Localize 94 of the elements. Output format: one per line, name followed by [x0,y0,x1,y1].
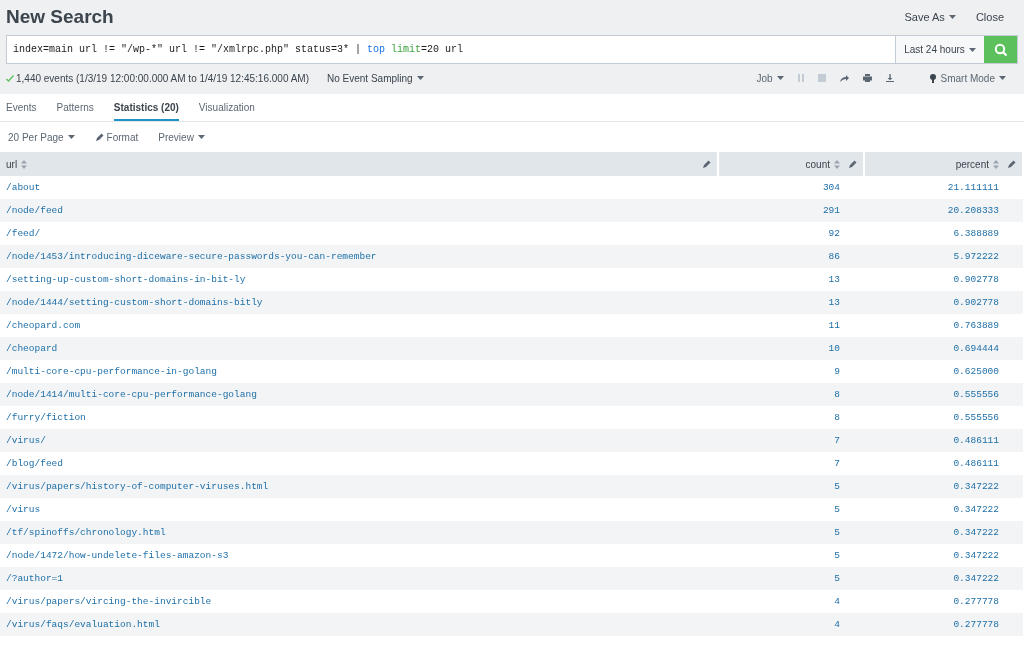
sort-icon [993,159,999,169]
pencil-icon[interactable] [702,159,711,169]
format-button[interactable]: Format [94,129,139,145]
results-tab[interactable]: Patterns [56,95,94,121]
table-cell: 5 [834,550,840,562]
table-cell: 7 [834,458,840,470]
table-cell: 0.625000 [953,366,999,378]
table-cell: /about [6,182,41,194]
table-cell: 9 [834,366,840,378]
column-header[interactable]: percent [864,152,1023,176]
caret-icon [67,135,75,139]
results-tab[interactable]: Statistics (20) [113,95,179,121]
table-cell: 0.347222 [953,504,999,516]
table-cell: 0.902778 [953,274,999,286]
table-cell: 8 [834,412,840,424]
table-cell: /virus/ [6,435,46,447]
caret-icon [999,76,1006,80]
table-cell: /virus/papers/history-of-computer-viruses.html [6,481,269,493]
table-cell: 0.347222 [953,527,999,539]
table-cell: 10 [828,343,840,355]
table-cell: 13 [828,297,840,309]
preview-dropdown[interactable]: Preview [158,129,205,145]
table-cell: 0.347222 [953,550,999,562]
table-cell: 5.972222 [953,251,999,263]
job-dropdown[interactable]: Job [756,70,784,86]
header-action-link[interactable]: Save As [904,8,956,26]
caret-icon [197,135,205,139]
table-cell: 7 [834,435,840,447]
results-tab[interactable]: Visualization [198,95,255,121]
per-page-dropdown[interactable]: 20 Per Page [8,129,75,145]
table-cell: 0.277778 [953,596,999,608]
table-cell: 5 [834,504,840,516]
sort-icon [834,159,840,169]
table-cell: 304 [822,182,840,194]
pencil-icon[interactable] [848,159,857,169]
table-cell: /cheopard [6,343,58,355]
table-cell: 86 [828,251,840,263]
table-cell: /node/1453/introducing-diceware-secure-passwords-you-can-remember [6,251,377,263]
table-cell: 11 [828,320,840,332]
table-cell: /setting-up-custom-short-domains-in-bit-ly [6,274,246,286]
table-cell: 0.694444 [953,343,999,355]
table-cell: 6.388889 [953,228,999,240]
table-cell: 5 [834,527,840,539]
table-cell: 0.347222 [953,481,999,493]
search-mode-dropdown[interactable]: Smart Mode [929,70,1006,86]
print-icon[interactable] [862,74,872,82]
table-cell: 21.111111 [947,182,999,194]
table-cell: /tf/spinoffs/chronology.html [6,527,166,539]
table-cell: 0.763889 [953,320,999,332]
event-count-summary: 1,440 events (1/3/19 12:00:00.000 AM to 1/4/19 12:45:16.000 AM) [16,71,309,86]
table-cell: 8 [834,389,840,401]
table-cell: /multi-core-cpu-performance-in-golang [6,366,217,378]
pencil-icon[interactable] [94,132,104,142]
column-header[interactable]: url [0,152,718,176]
caret-icon [416,76,424,80]
column-header[interactable]: count [718,152,864,176]
table-cell: /blog/feed [6,458,63,470]
results-tab[interactable]: Events [6,95,37,121]
table-cell: 0.555556 [953,389,999,401]
page-title: New Search [6,4,114,29]
table-cell: 5 [834,481,840,493]
table-cell: /node/1444/setting-custom-short-domains-bitly [6,297,263,309]
table-cell: /node/feed [6,205,63,217]
check-icon [6,74,14,82]
table-cell: /?author=1 [6,573,63,585]
table-cell: 4 [834,619,840,631]
table-cell: 0.347222 [953,573,999,585]
download-icon[interactable] [885,74,894,82]
table-cell: /virus/faqs/evaluation.html [6,619,160,631]
table-cell: /node/1414/multi-core-cpu-performance-golang [6,389,257,401]
header-action-link[interactable]: Close [975,8,1004,26]
bulb-icon [929,73,936,83]
table-cell: /cheopard.com [6,320,81,332]
table-cell: 4 [834,596,840,608]
table-cell: 92 [828,228,840,240]
table-cell: /feed/ [6,228,41,240]
table-cell: 5 [834,573,840,585]
table-cell: 0.902778 [953,297,999,309]
sort-icon [21,159,28,169]
share-icon[interactable] [839,74,849,82]
caret-icon [776,76,784,80]
table-cell: 0.277778 [953,619,999,631]
sampling-dropdown[interactable]: No Event Sampling [327,70,424,86]
table-cell: 13 [828,274,840,286]
table-cell: 0.486111 [953,435,999,447]
table-cell: /furry/fiction [6,412,86,424]
table-cell: /virus [6,504,41,516]
table-cell: /node/1472/how-undelete-files-amazon-s3 [6,550,229,562]
table-cell: 20.208333 [947,205,999,217]
pencil-icon[interactable] [1007,159,1016,169]
table-cell: 291 [822,205,840,217]
table-cell: 0.486111 [953,458,999,470]
table-cell: /virus/papers/vircing-the-invircible [6,596,212,608]
table-cell: 0.555556 [953,412,999,424]
